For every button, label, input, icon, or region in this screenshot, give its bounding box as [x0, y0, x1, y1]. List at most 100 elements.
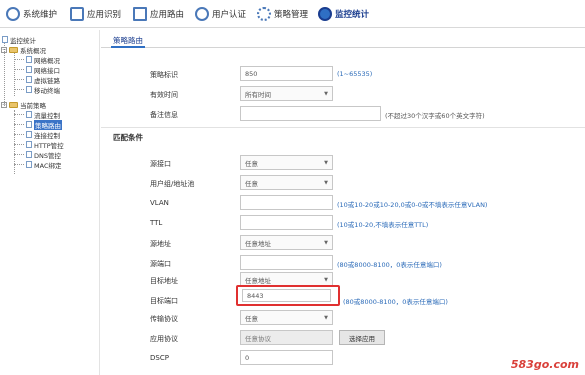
folder-icon — [9, 101, 18, 108]
top-navigation: 系统维护 应用识别 应用路由 用户认证 策略管理 监控统计 — [0, 0, 585, 28]
dst-port-label: 目标端口 — [150, 297, 178, 305]
sidebar-item-connection-control[interactable]: 连接控制 — [26, 130, 60, 140]
nav-label: 用户认证 — [212, 10, 247, 20]
collapse-icon[interactable]: − — [1, 46, 7, 53]
src-iface-select[interactable]: 任意 — [240, 155, 333, 170]
tree-group-label: 系统概况 — [20, 46, 46, 55]
select-app-button[interactable]: 选择应用 — [339, 330, 385, 345]
vlan-input[interactable] — [240, 195, 333, 210]
collapse-icon[interactable]: − — [1, 101, 7, 108]
tree-group-system-overview[interactable]: − 系统概况 — [1, 45, 46, 55]
remark-label: 备注信息 — [150, 111, 178, 119]
tree-item-label: 网络概况 — [34, 56, 60, 65]
nav-label: 应用识别 — [87, 10, 122, 20]
section-divider — [101, 127, 585, 128]
src-addr-select[interactable]: 任意地址 — [240, 235, 333, 250]
app-proto-label: 应用协议 — [150, 335, 178, 343]
src-port-input[interactable] — [240, 255, 333, 270]
valid-time-select[interactable]: 所有时间 — [240, 86, 333, 101]
nav-label: 应用路由 — [150, 10, 185, 20]
dscp-input[interactable]: 0 — [240, 350, 333, 365]
policy-id-input[interactable]: 850 — [240, 66, 333, 81]
sidebar-item-network-overview[interactable]: 网络概况 — [26, 55, 60, 65]
folder-icon — [9, 46, 18, 53]
dst-addr-label: 目标地址 — [150, 277, 178, 285]
tree-item-label: 移动终端 — [34, 86, 60, 95]
user-auth-icon — [195, 7, 209, 21]
tree-root-label: 监控统计 — [10, 36, 36, 45]
tree-item-label: 连接控制 — [34, 131, 60, 140]
app-proto-input: 任意协议 — [240, 330, 333, 345]
tree-connector — [14, 144, 24, 145]
tab-policy-route[interactable]: 策略路由 — [111, 35, 145, 48]
vlan-label: VLAN — [150, 199, 169, 207]
app-recognition-icon — [70, 7, 84, 21]
tree-item-label: 虚拟链路 — [34, 76, 60, 85]
nav-monitor-statistics[interactable]: 监控统计 — [318, 5, 369, 23]
tree-connector — [14, 114, 24, 115]
monitor-icon — [318, 7, 332, 21]
sidebar-item-dns-control[interactable]: DNS管控 — [26, 150, 61, 160]
sidebar-item-mobile-terminal[interactable]: 移动终端 — [26, 85, 60, 95]
sidebar-item-policy-route[interactable]: 策略路由 — [26, 119, 62, 130]
nav-user-auth[interactable]: 用户认证 — [195, 5, 246, 23]
document-icon — [26, 56, 32, 63]
policy-icon — [257, 7, 271, 21]
document-icon — [26, 86, 32, 93]
tree-item-label: HTTP管控 — [34, 141, 64, 150]
vlan-hint: (10或10-20或10-20,0或0-0或不填表示任意VLAN) — [337, 201, 488, 209]
src-port-hint: (80或8000-8100，0表示任意端口) — [337, 261, 442, 269]
ttl-hint: (10或10-20,不填表示任意TTL) — [337, 221, 429, 229]
valid-time-label: 有效时间 — [150, 91, 178, 99]
watermark: 583go.com — [510, 358, 579, 371]
tab-strip: 策略路由 — [101, 32, 585, 48]
remark-input[interactable] — [240, 106, 381, 121]
nav-policy-management[interactable]: 策略管理 — [257, 5, 308, 23]
ttl-label: TTL — [150, 219, 163, 227]
document-icon — [26, 151, 32, 158]
nav-system-maintenance[interactable]: 系统维护 — [6, 5, 57, 23]
policy-id-hint: (1~65535) — [337, 70, 373, 78]
match-section-title: 匹配条件 — [113, 133, 143, 142]
user-group-label: 用户组/地址池 — [150, 180, 195, 188]
dscp-label: DSCP — [150, 354, 169, 362]
highlight-box — [236, 285, 340, 306]
sidebar-item-http-control[interactable]: HTTP管控 — [26, 140, 64, 150]
tree-item-label: 流量控制 — [34, 111, 60, 120]
user-group-select[interactable]: 任意 — [240, 175, 333, 190]
nav-label: 策略管理 — [274, 10, 309, 20]
nav-app-route[interactable]: 应用路由 — [133, 5, 184, 23]
sidebar-item-network-interface[interactable]: 网络接口 — [26, 65, 60, 75]
src-iface-label: 源接口 — [150, 160, 171, 168]
document-icon — [26, 66, 32, 73]
document-icon — [26, 121, 32, 128]
tree-root[interactable]: 监控统计 — [2, 35, 36, 45]
nav-app-recognition[interactable]: 应用识别 — [70, 5, 121, 23]
ttl-input[interactable] — [240, 215, 333, 230]
document-icon — [26, 141, 32, 148]
tree-item-label: 策略路由 — [34, 119, 62, 130]
sidebar-item-mac-binding[interactable]: MAC绑定 — [26, 160, 62, 170]
tree-item-label: DNS管控 — [34, 151, 61, 160]
sidebar-item-flow-control[interactable]: 流量控制 — [26, 110, 60, 120]
tree-item-label: MAC绑定 — [34, 161, 62, 170]
document-icon — [2, 36, 8, 43]
policy-id-label: 策略标识 — [150, 71, 178, 79]
tree-connector — [14, 69, 24, 70]
document-icon — [26, 131, 32, 138]
transport-select[interactable]: 任意 — [240, 310, 333, 325]
remark-hint: (不超过30个汉字或60个英文字符) — [385, 112, 485, 120]
src-addr-label: 源地址 — [150, 240, 171, 248]
tree-connector — [14, 134, 24, 135]
document-icon — [26, 111, 32, 118]
tree-group-current-policy[interactable]: − 当前策略 — [1, 100, 46, 110]
src-port-label: 源端口 — [150, 260, 171, 268]
tree-item-label: 网络接口 — [34, 66, 60, 75]
sidebar-item-virtual-link[interactable]: 虚拟链路 — [26, 75, 60, 85]
document-icon — [26, 161, 32, 168]
transport-label: 传输协议 — [150, 315, 178, 323]
tree-group-label: 当前策略 — [20, 101, 46, 110]
document-icon — [26, 76, 32, 83]
sidebar-tree: 监控统计 − 系统概况 网络概况 网络接口 虚拟链路 移动终端 − 当前策略 流… — [0, 30, 100, 375]
nav-label: 系统维护 — [23, 10, 58, 20]
